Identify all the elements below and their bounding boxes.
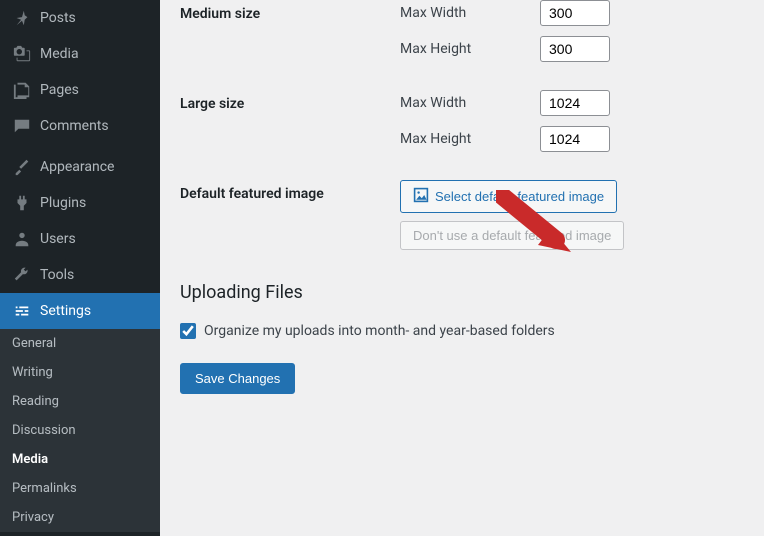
sidebar-label: Tools <box>40 267 74 283</box>
organize-uploads-checkbox[interactable] <box>180 323 196 339</box>
sidebar-label: Appearance <box>40 159 114 175</box>
submenu-general[interactable]: General <box>0 329 160 358</box>
submenu-discussion[interactable]: Discussion <box>0 416 160 445</box>
plug-icon <box>12 193 32 213</box>
remove-dfi-button[interactable]: Don't use a default featured image <box>400 221 624 250</box>
sidebar-label: Pages <box>40 82 79 98</box>
sidebar-item-tools[interactable]: Tools <box>0 257 160 293</box>
media-icon <box>12 44 32 64</box>
submenu-reading[interactable]: Reading <box>0 387 160 416</box>
sidebar-item-users[interactable]: Users <box>0 221 160 257</box>
select-dfi-label: Select default featured image <box>435 189 604 204</box>
large-width-input[interactable] <box>540 90 610 116</box>
sidebar-item-appearance[interactable]: Appearance <box>0 149 160 185</box>
remove-dfi-label: Don't use a default featured image <box>413 228 611 243</box>
uploading-files-heading: Uploading Files <box>180 282 744 303</box>
submenu-permalinks[interactable]: Permalinks <box>0 474 160 503</box>
comments-icon <box>12 116 32 136</box>
image-icon <box>413 187 429 206</box>
sidebar-item-comments[interactable]: Comments <box>0 108 160 144</box>
save-changes-button[interactable]: Save Changes <box>180 363 295 394</box>
submenu-media[interactable]: Media <box>0 445 160 474</box>
sidebar-label: Settings <box>40 303 91 319</box>
sidebar-label: Comments <box>40 118 109 134</box>
sidebar-label: Media <box>40 46 79 62</box>
wrench-icon <box>12 265 32 285</box>
pin-icon <box>12 8 32 28</box>
medium-height-input[interactable] <box>540 36 610 62</box>
admin-sidebar: Posts Media Pages Comments Appearance Pl… <box>0 0 160 536</box>
users-icon <box>12 229 32 249</box>
select-dfi-button[interactable]: Select default featured image <box>400 180 617 213</box>
sidebar-item-media[interactable]: Media <box>0 36 160 72</box>
organize-uploads-label: Organize my uploads into month- and year… <box>204 323 555 339</box>
medium-size-label: Medium size <box>180 0 400 22</box>
settings-submenu: General Writing Reading Discussion Media… <box>0 329 160 532</box>
brush-icon <box>12 157 32 177</box>
sidebar-label: Plugins <box>40 195 86 211</box>
sidebar-label: Users <box>40 231 76 247</box>
submenu-privacy[interactable]: Privacy <box>0 503 160 532</box>
sidebar-item-posts[interactable]: Posts <box>0 0 160 36</box>
sidebar-label: Posts <box>40 10 76 26</box>
max-width-label: Max Width <box>400 95 540 111</box>
submenu-writing[interactable]: Writing <box>0 358 160 387</box>
max-height-label: Max Height <box>400 131 540 147</box>
pages-icon <box>12 80 32 100</box>
sidebar-item-pages[interactable]: Pages <box>0 72 160 108</box>
max-width-label: Max Width <box>400 5 540 21</box>
sidebar-item-settings[interactable]: Settings <box>0 293 160 329</box>
sliders-icon <box>12 301 32 321</box>
large-size-label: Large size <box>180 90 400 112</box>
sidebar-item-plugins[interactable]: Plugins <box>0 185 160 221</box>
main-content: Medium size Max Width Max Height Large s… <box>160 0 764 536</box>
dfi-label: Default featured image <box>180 180 400 202</box>
large-height-input[interactable] <box>540 126 610 152</box>
medium-width-input[interactable] <box>540 0 610 26</box>
max-height-label: Max Height <box>400 41 540 57</box>
